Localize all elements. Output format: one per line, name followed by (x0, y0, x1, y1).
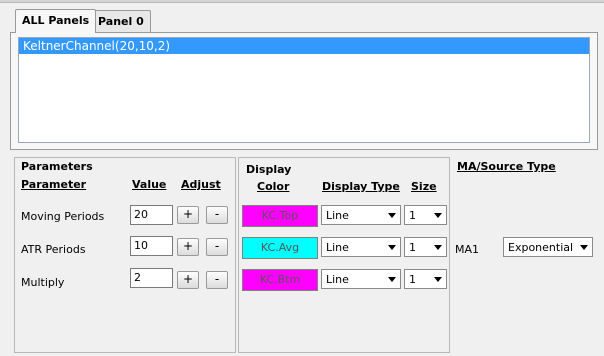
adjust-column-header: Adjust (181, 178, 221, 191)
kc-avg-size-select[interactable]: 1 (404, 237, 447, 257)
dropdown-arrow-icon (388, 213, 396, 218)
ma-type-select[interactable]: Exponential (503, 237, 593, 257)
dropdown-arrow-icon (388, 245, 396, 250)
display-type-column-header: Display Type (322, 180, 400, 193)
kc-top-color-swatch[interactable]: KC.Top (242, 205, 318, 227)
multiply-input[interactable]: 2 (130, 268, 173, 288)
multiply-label: Multiply (21, 276, 65, 289)
select-value: 1 (409, 273, 416, 286)
value-column-header: Value (132, 178, 167, 191)
select-value: Line (326, 273, 349, 286)
dropdown-arrow-icon (434, 213, 442, 218)
color-column-header: Color (257, 180, 290, 193)
select-value: Exponential (508, 241, 574, 254)
tab-panel-0[interactable]: Panel 0 (91, 10, 151, 32)
select-value: 1 (409, 209, 416, 222)
parameter-column-header: Parameter (21, 178, 87, 191)
tab-panel-content: KeltnerChannel(20,10,2) (10, 32, 598, 150)
moving-periods-label: Moving Periods (21, 210, 105, 223)
moving-periods-plus-button[interactable]: + (177, 206, 199, 224)
dropdown-arrow-icon (388, 277, 396, 282)
select-value: 1 (409, 241, 416, 254)
kc-top-display-type-select[interactable]: Line (321, 205, 401, 225)
select-value: Line (326, 209, 349, 222)
indicator-listbox[interactable]: KeltnerChannel(20,10,2) (18, 37, 590, 143)
dropdown-arrow-icon (434, 277, 442, 282)
ma-source-type-title: MA/Source Type (457, 160, 556, 173)
atr-periods-input[interactable]: 10 (130, 236, 173, 256)
display-title: Display (246, 163, 292, 176)
multiply-plus-button[interactable]: + (177, 271, 199, 289)
dropdown-arrow-icon (580, 245, 588, 250)
parameters-title: Parameters (21, 160, 93, 173)
list-item[interactable]: KeltnerChannel(20,10,2) (19, 38, 589, 54)
kc-btm-color-swatch[interactable]: KC.Btm (242, 269, 318, 291)
kc-avg-color-swatch[interactable]: KC.Avg (242, 237, 318, 259)
moving-periods-minus-button[interactable]: - (206, 206, 228, 224)
kc-avg-display-type-select[interactable]: Line (321, 237, 401, 257)
atr-periods-label: ATR Periods (21, 243, 86, 256)
kc-top-size-select[interactable]: 1 (404, 205, 447, 225)
ma1-label: MA1 (455, 243, 480, 256)
tab-all-panels[interactable]: ALL Panels (15, 9, 97, 33)
moving-periods-input[interactable]: 20 (130, 205, 173, 225)
atr-periods-plus-button[interactable]: + (177, 238, 199, 256)
kc-btm-size-select[interactable]: 1 (404, 269, 447, 289)
multiply-minus-button[interactable]: - (206, 271, 228, 289)
dropdown-arrow-icon (434, 245, 442, 250)
atr-periods-minus-button[interactable]: - (206, 238, 228, 256)
size-column-header: Size (411, 180, 437, 193)
select-value: Line (326, 241, 349, 254)
kc-btm-display-type-select[interactable]: Line (321, 269, 401, 289)
top-border (0, 0, 604, 3)
